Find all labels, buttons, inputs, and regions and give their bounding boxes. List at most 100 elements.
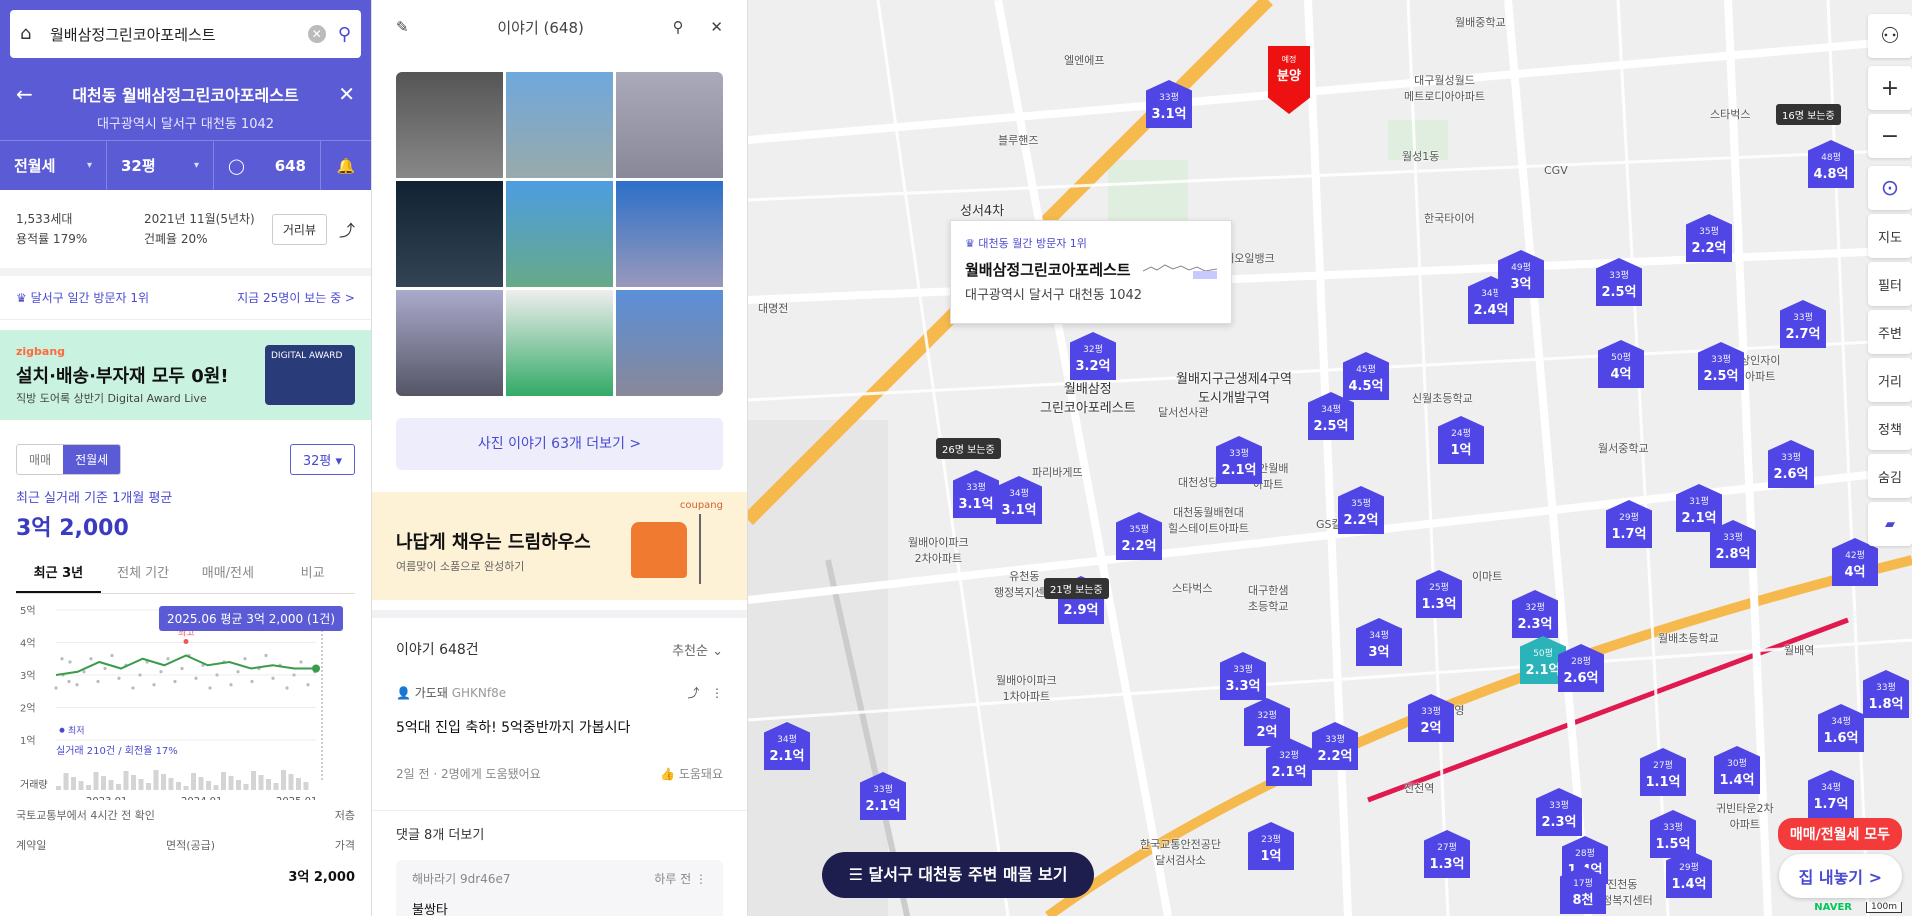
seg-rent[interactable]: 전월세	[63, 445, 121, 474]
volume-bar	[236, 780, 241, 790]
marker-size: 33평	[966, 483, 986, 493]
post-author: 👤 가도돼 GHKNf8e ⤴ ⋮	[396, 686, 723, 700]
photo-thumbnail[interactable]	[396, 181, 503, 287]
marker-size: 35평	[1699, 227, 1719, 237]
ad-brand: coupang	[679, 500, 723, 511]
popup-sparkline	[1143, 264, 1217, 279]
map-place-label: 달서선사관	[1158, 406, 1209, 419]
now-viewing-link[interactable]: 지금 25명이 보는 중 >	[237, 289, 355, 306]
share-icon[interactable]: ⤴	[339, 217, 355, 241]
trade-dot	[236, 670, 240, 674]
price-chart[interactable]: 2025.06 평균 3억 2,000 (1건) 5억 4억 3억 2억 1억 최고 최저 실…	[16, 600, 355, 807]
visitor-count-tag: 26명 보는중	[936, 438, 1001, 459]
size-dropdown[interactable]: 32평 ▾	[107, 141, 214, 190]
marker-price: 1.3억	[1429, 857, 1465, 872]
post-meta-text: 2일 전 · 2명에게 도움됐어요	[396, 767, 541, 781]
nearby-listings-button[interactable]: ☰ 달서구 대천동 주변 매물 보기	[822, 852, 1094, 898]
close-icon[interactable]: ✕	[710, 18, 723, 36]
y-tick-label: 3억	[20, 670, 36, 682]
visitor-count-tag: 16명 보는중	[1776, 104, 1841, 125]
coupang-ad-banner[interactable]: coupang 나답게 채우는 드림하우스 여름맞이 소품으로 완성하기	[372, 492, 747, 600]
tab-period-sale-jeonse[interactable]: 매매/전세	[186, 552, 271, 593]
pencil-icon[interactable]: ✎	[396, 18, 409, 36]
visitor-rank-row[interactable]: ♛ 달서구 일간 방문자 1위 지금 25명이 보는 중 >	[0, 276, 371, 320]
search-icon[interactable]: ⚲	[673, 18, 684, 36]
map-place-label: 한국교통안전공단 달서검사소	[1140, 838, 1221, 867]
marker-price: 4.5억	[1348, 379, 1384, 394]
zoom-out-icon[interactable]: −	[1868, 114, 1912, 158]
share-icon[interactable]: ⤴	[688, 686, 700, 700]
street-view-button[interactable]: 거리뷰	[271, 213, 327, 245]
locate-icon[interactable]: ⊙	[1868, 166, 1912, 210]
volume-bar	[123, 771, 129, 790]
header-actions: ⚲ ✕	[673, 18, 723, 36]
comment-bubble-icon: ◯	[228, 156, 245, 175]
tool-distance[interactable]: 거리	[1868, 358, 1912, 402]
profile-icon[interactable]: ⚇	[1868, 14, 1912, 58]
table-row[interactable]: 3억 2,000	[16, 860, 355, 890]
tab-period-compare[interactable]: 비교	[270, 552, 355, 593]
map-place-label: 이마트	[1472, 570, 1503, 583]
size-select[interactable]: 32평 ▾	[289, 444, 355, 475]
marker-size: 27평	[1653, 761, 1673, 771]
close-icon[interactable]: ✕	[338, 82, 355, 106]
complex-popup[interactable]: ♛ 대천동 월간 방문자 1위 월배삼정그린코아포레스트 대구광역시 달서구 대…	[950, 220, 1232, 324]
more-icon[interactable]: ⋮	[711, 686, 723, 700]
message-icon[interactable]: ▰	[1868, 502, 1912, 546]
marker-size: 33평	[1421, 707, 1441, 717]
marker-size: 33평	[1609, 271, 1629, 281]
marker-price: 2.2억	[1691, 241, 1727, 256]
tool-hide[interactable]: 숨김	[1868, 454, 1912, 498]
list-my-home-button[interactable]: 집 내놓기 >	[1778, 854, 1902, 898]
photo-thumbnail[interactable]	[506, 290, 613, 396]
sort-dropdown[interactable]: 추천순 ⌄	[672, 640, 723, 659]
photo-thumbnail[interactable]	[616, 181, 723, 287]
notification-button[interactable]: 🔔	[321, 141, 371, 190]
map-place-label: 대명전	[758, 302, 789, 315]
photo-thumbnail[interactable]	[506, 72, 613, 178]
zigbang-ad-banner[interactable]: zigbang 설치·배송·부자재 모두 0원! 직방 도어록 상반기 Digi…	[0, 330, 371, 420]
floor-area-ratio: 용적률 179%	[16, 232, 88, 246]
marker-size: 33평	[1229, 449, 1249, 459]
back-arrow-icon[interactable]: ←	[16, 82, 33, 106]
trade-filter-badge[interactable]: 매매/전월세 모두	[1777, 818, 1902, 850]
comment-card[interactable]: 해바라기 9dr46e7 하루 전 ⋮ 불쌍타	[396, 860, 723, 916]
photo-grid	[396, 72, 723, 396]
clear-search-icon[interactable]: ✕	[307, 25, 326, 43]
photo-thumbnail[interactable]	[616, 72, 723, 178]
map-view[interactable]: 월배삼정 그린코아포레스트 월배지구근생제4구역 도시개발구역 성서4차 대명전 달서선…	[748, 0, 1912, 916]
tool-nearby[interactable]: 주변	[1868, 310, 1912, 354]
map-place-label: 귀빈타운2차 아파트	[1716, 802, 1774, 831]
helpful-button[interactable]: 👍 도움돼요	[660, 765, 723, 782]
zoom-in-icon[interactable]: +	[1868, 66, 1912, 110]
seg-sale[interactable]: 매매	[17, 445, 64, 474]
tool-policy[interactable]: 정책	[1868, 406, 1912, 450]
more-comments-link[interactable]: 댓글 8개 더보기	[372, 810, 747, 860]
thumbs-up-icon: 👍	[660, 767, 679, 781]
marker-size: 49평	[1511, 263, 1531, 273]
volume-bar	[71, 777, 76, 790]
marker-size: 34평	[1009, 489, 1029, 499]
map-place-label: 스타벅스	[1710, 108, 1751, 121]
map-place-label: 성서4차	[960, 204, 1005, 219]
info-col-2: 2021년 11월(5년차) 건폐율 20%	[144, 209, 272, 249]
comment-count-button[interactable]: ◯ 648	[214, 141, 321, 190]
tool-filter[interactable]: 필터	[1868, 262, 1912, 306]
photo-thumbnail[interactable]	[396, 72, 503, 178]
photo-thumbnail[interactable]	[396, 290, 503, 396]
home-icon[interactable]: ⌂	[20, 23, 42, 45]
deal-type-dropdown[interactable]: 전월세 ▾	[0, 141, 107, 190]
photo-thumbnail[interactable]	[616, 290, 723, 396]
tab-period-3y[interactable]: 최근 3년	[16, 552, 101, 593]
map-toolbar: ⚇ + − ⊙ 지도 필터 주변 거리 정책 숨김 ▰	[1860, 14, 1912, 550]
marker-price: 1.3억	[1421, 597, 1457, 612]
more-photos-button[interactable]: 사진 이야기 63개 더보기 >	[396, 418, 723, 470]
search-icon[interactable]: ⚲	[338, 24, 351, 45]
tab-period-all[interactable]: 전체 기간	[101, 552, 186, 593]
story-post[interactable]: 👤 가도돼 GHKNf8e ⤴ ⋮ 5억대 진입 축하! 5억중반까지 가봅시다…	[372, 684, 747, 782]
photo-thumbnail[interactable]	[506, 181, 613, 287]
search-input[interactable]	[50, 25, 308, 43]
title-row: ← 대천동 월배삼정그린코아포레스트 ✕	[0, 72, 371, 110]
marker-size: 23평	[1261, 835, 1281, 845]
tool-map[interactable]: 지도	[1868, 214, 1912, 258]
